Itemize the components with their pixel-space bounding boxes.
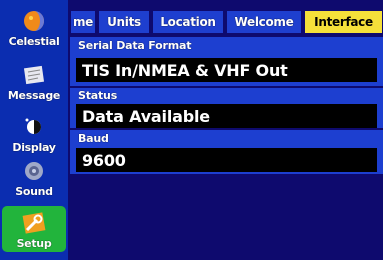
celestial-icon: [24, 11, 44, 31]
tab-location[interactable]: Location: [152, 10, 224, 34]
sidebar-item-label: Sound: [15, 185, 53, 198]
serial-data-format-field[interactable]: TIS In/NMEA & VHF Out: [76, 58, 377, 82]
sidebar: Celestial Message Display Sound Setup: [0, 0, 68, 260]
tab-interface[interactable]: Interface: [304, 10, 383, 34]
tab-bar: me Units Location Welcome Interface: [70, 10, 383, 34]
tab-welcome[interactable]: Welcome: [226, 10, 302, 34]
status-row: Status Data Available: [70, 88, 383, 128]
sidebar-item-label: Message: [7, 89, 61, 102]
baud-row: Baud 9600: [70, 130, 383, 174]
baud-label: Baud: [78, 132, 109, 145]
serial-data-format-label: Serial Data Format: [78, 39, 192, 52]
setup-screen: Celestial Message Display Sound Setup me…: [0, 0, 383, 260]
sidebar-item-celestial[interactable]: Celestial: [0, 0, 68, 50]
status-value: Data Available: [76, 104, 377, 128]
sidebar-item-label: Setup: [16, 237, 52, 250]
tab-units[interactable]: Units: [98, 10, 150, 34]
sound-icon: [25, 162, 43, 180]
sidebar-item-setup[interactable]: Setup: [0, 204, 68, 254]
baud-field[interactable]: 9600: [76, 148, 377, 172]
sidebar-item-message[interactable]: Message: [0, 52, 68, 104]
status-label: Status: [78, 89, 118, 102]
main-panel: me Units Location Welcome Interface Seri…: [70, 0, 383, 260]
sidebar-item-label: Display: [12, 141, 56, 154]
sidebar-item-display[interactable]: Display: [0, 106, 68, 156]
message-icon: [23, 65, 45, 85]
serial-data-format-row: Serial Data Format TIS In/NMEA & VHF Out: [70, 37, 383, 86]
tab-time[interactable]: me: [70, 10, 96, 34]
sidebar-item-label: Celestial: [8, 35, 60, 48]
setup-icon: [22, 212, 46, 234]
display-icon: [25, 118, 41, 134]
sidebar-item-sound[interactable]: Sound: [0, 158, 68, 200]
